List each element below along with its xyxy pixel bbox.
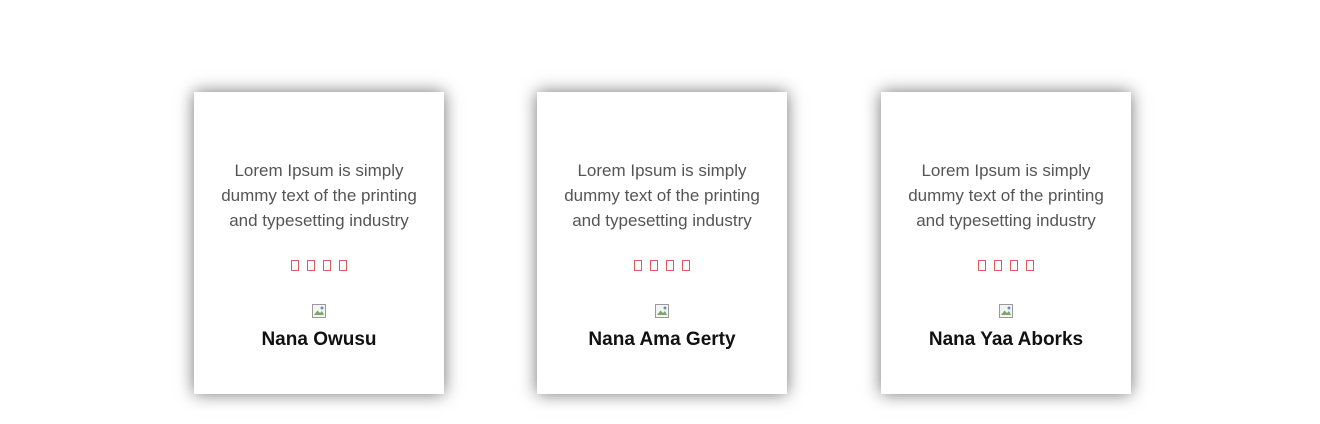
- testimonial-card: Lorem Ipsum is simply dummy text of the …: [881, 92, 1131, 394]
- star-icon: [994, 260, 1002, 271]
- testimonial-author: Nana Owusu: [261, 329, 377, 350]
- testimonial-quote: Lorem Ipsum is simply dummy text of the …: [221, 161, 417, 230]
- star-icon: [1026, 260, 1034, 271]
- broken-image-icon: [312, 304, 326, 318]
- star-icon: [666, 260, 674, 271]
- star-icon: [634, 260, 642, 271]
- star-rating: [537, 260, 787, 276]
- testimonial-quote: Lorem Ipsum is simply dummy text of the …: [908, 161, 1104, 230]
- testimonial-author: Nana Ama Gerty: [588, 329, 736, 350]
- testimonial-card: Lorem Ipsum is simply dummy text of the …: [194, 92, 444, 394]
- testimonial-card: Lorem Ipsum is simply dummy text of the …: [537, 92, 787, 394]
- broken-image-icon: [999, 304, 1013, 318]
- testimonial-quote: Lorem Ipsum is simply dummy text of the …: [564, 161, 760, 230]
- star-rating: [881, 260, 1131, 276]
- star-icon: [323, 260, 331, 271]
- broken-image-icon: [655, 304, 669, 318]
- testimonial-author: Nana Yaa Aborks: [928, 329, 1084, 350]
- star-icon: [978, 260, 986, 271]
- star-icon: [339, 260, 347, 271]
- star-icon: [291, 260, 299, 271]
- star-icon: [682, 260, 690, 271]
- star-icon: [307, 260, 315, 271]
- star-icon: [650, 260, 658, 271]
- testimonials-section: Lorem Ipsum is simply dummy text of the …: [0, 0, 1320, 424]
- star-icon: [1010, 260, 1018, 271]
- star-rating: [194, 260, 444, 276]
